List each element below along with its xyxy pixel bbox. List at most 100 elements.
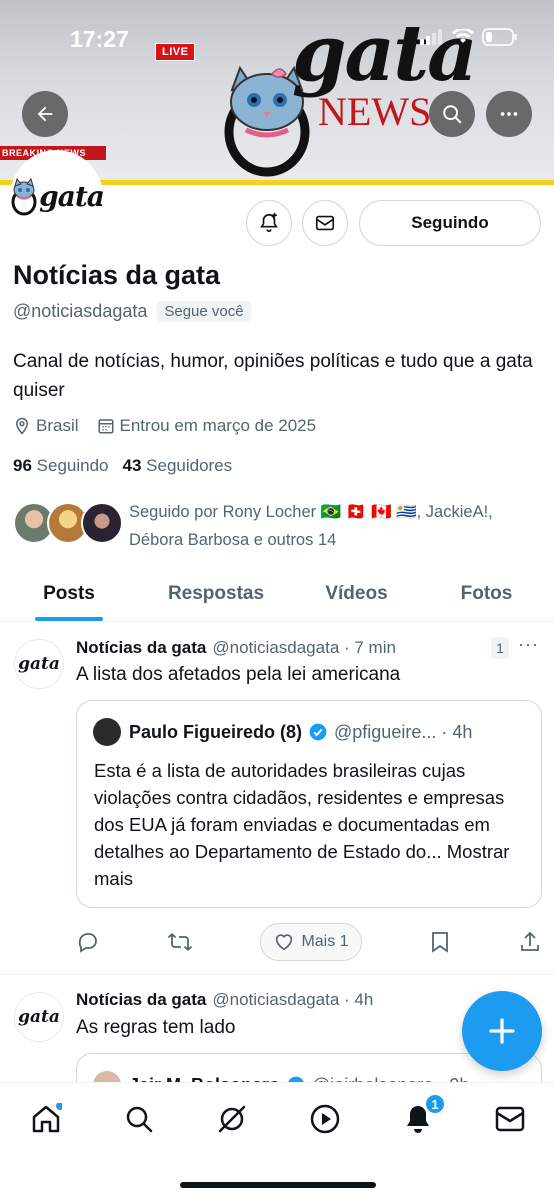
followers-count: 43 [122,456,142,475]
nav-grok[interactable] [212,1099,252,1139]
profile-tabs: Posts Respostas Vídeos Fotos [0,566,554,622]
tweet-text: As regras tem lado [76,1017,236,1038]
envelope-icon [315,215,335,231]
tweet-avatar-logo: gata [18,1007,60,1027]
nav-search[interactable] [119,1099,159,1139]
quoted-tweet[interactable]: Paulo Figueiredo (8) @pfigueire... · 4h … [76,700,542,908]
gata-logo: gata [9,177,105,216]
tweet-actions: Mais 1 [76,921,542,963]
avatar [93,718,121,746]
tab-label: Fotos [460,582,513,604]
location-text: Brasil [36,416,79,435]
following-count: 96 [13,456,32,475]
search-icon [126,1106,153,1133]
avatar [81,502,123,544]
nav-videos[interactable] [305,1099,345,1139]
status-icons [420,28,518,46]
tweet-header: Notícias da gata @noticiasdagata · 7 min [76,638,396,658]
envelope-icon [495,1106,525,1132]
profile-bio: Canal de notícias, humor, opiniões polít… [13,351,533,401]
follow-counts: 96 Seguindo 43 Seguidores [13,456,232,476]
profile-avatar[interactable]: gata [9,150,105,243]
following-label: Seguindo [36,456,109,475]
location: Brasil [13,416,79,436]
verified-badge-icon [309,723,327,741]
handle-row: @noticiasdagata Segue você [13,301,251,322]
cat-logo-icon [11,177,37,215]
nav-notifications[interactable]: 1 [398,1093,446,1139]
tweet-author[interactable]: Notícias da gata [76,638,206,658]
profile-display-name: Notícias da gata [13,260,221,290]
followed-by[interactable]: Seguido por Rony Locher 🇧🇷 🇨🇭 🇨🇦 🇺🇾, Jac… [13,498,549,554]
profile-meta: Brasil Entrou em março de 2025 [13,416,334,436]
like-button[interactable]: Mais 1 [260,923,362,961]
battery-icon [482,28,517,46]
share-icon[interactable] [518,930,542,954]
bookmark-icon[interactable] [429,930,451,954]
banner-logo-news: NEWS [318,89,432,134]
grok-icon [218,1105,246,1133]
follows-you-badge: Segue você [157,301,251,322]
quoted-text: Esta é a lista de autoridades brasileira… [94,760,510,889]
tab-replies[interactable]: Respostas [138,566,294,621]
heart-icon [276,934,293,951]
tweet-avatar[interactable]: gata [14,639,64,689]
profile-handle: @noticiasdagata [13,301,148,321]
tweet-handle-time: @noticiasdagata · 4h [212,990,374,1009]
wifi-icon [452,29,474,43]
like-label: Mais 1 [301,933,349,950]
tab-label: Posts [43,582,95,604]
tweet[interactable]: gata Notícias da gata @noticiasdagata · … [0,622,554,974]
following-button[interactable]: Seguindo [359,200,541,246]
avatar-logo-text: gata [39,180,105,213]
following-count-link[interactable]: 96 Seguindo [13,456,109,476]
status-time: 17:27 [70,26,129,52]
tweet-text: A lista dos afetados pela lei americana [76,664,401,685]
followers-count-link[interactable]: 43 Seguidores [123,456,233,476]
tab-photos[interactable]: Fotos [419,566,554,621]
tweet-avatar[interactable]: gata [14,992,64,1042]
reply-count-badge: 1 [491,637,509,659]
play-circle-icon [310,1104,340,1134]
location-pin-icon [15,417,29,435]
retweet-icon[interactable] [167,930,193,954]
quoted-handle-time: @pfigueire... · 4h [334,721,473,742]
tweet-header: Notícias da gata @noticiasdagata · 4h [76,990,373,1010]
joined-text: Entrou em março de 2025 [119,416,317,435]
quoted-tweet-header: Paulo Figueiredo (8) @pfigueire... · 4h [93,718,472,746]
nav-messages[interactable] [490,1099,530,1139]
tab-videos[interactable]: Vídeos [294,566,419,621]
bell-plus-icon [260,212,278,233]
compose-button[interactable] [462,991,542,1071]
reply-icon[interactable] [76,930,100,954]
tweet-author[interactable]: Notícias da gata [76,990,206,1010]
tweet-more-icon[interactable]: ··· [518,634,539,655]
nav-home[interactable] [26,1099,66,1139]
active-tab-indicator [35,617,103,621]
notifications-badge: 1 [424,1093,446,1115]
plus-icon [489,1018,515,1044]
tab-posts[interactable]: Posts [0,566,138,621]
followers-label: Seguidores [146,456,233,475]
tweet-avatar-logo: gata [18,654,60,674]
more-dots-icon [500,112,518,116]
tab-label: Vídeos [325,582,388,604]
joined-date: Entrou em março de 2025 [97,416,317,436]
followed-by-text: Seguido por Rony Locher 🇧🇷 🇨🇭 🇨🇦 🇺🇾, Jac… [129,503,493,549]
tweet-handle-time: @noticiasdagata · 7 min [212,638,396,657]
more-options-button[interactable] [486,91,532,137]
banner-logo-text: gata [292,8,478,99]
home-icon [32,1103,62,1133]
back-button[interactable] [22,91,68,137]
notify-button[interactable] [246,200,292,246]
followers-avatars [13,498,123,546]
calendar-icon [98,419,114,434]
message-button[interactable] [302,200,348,246]
tab-label: Respostas [167,582,265,604]
search-icon [443,105,462,124]
signal-icon [420,29,442,45]
home-indicator [180,1182,376,1188]
search-button[interactable] [429,91,475,137]
arrow-left-icon [37,106,53,122]
live-label: LIVE [155,43,196,61]
